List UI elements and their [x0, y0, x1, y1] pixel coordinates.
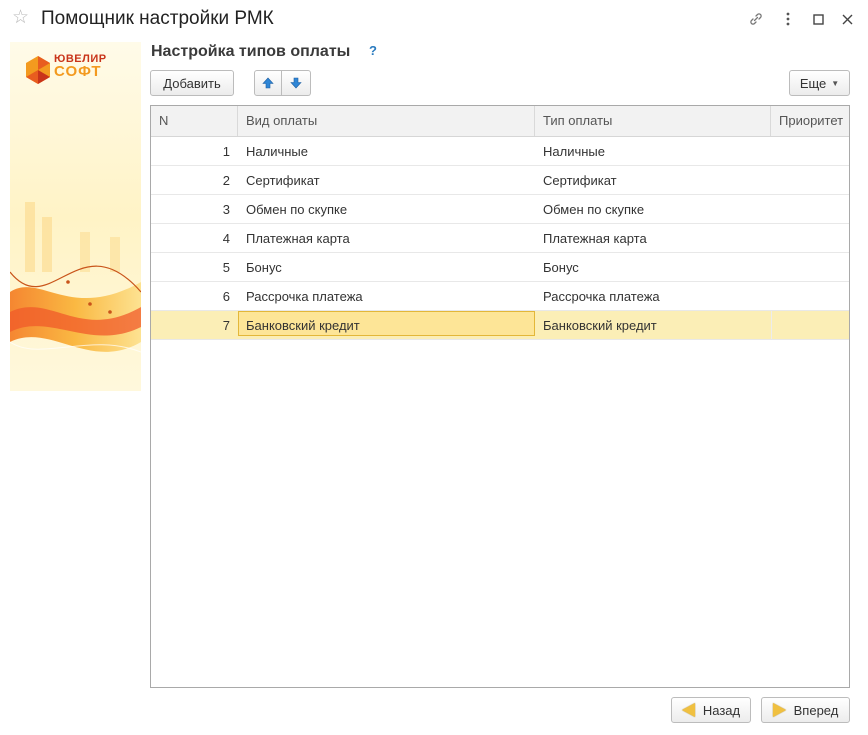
- more-vertical-icon[interactable]: [777, 8, 799, 30]
- cell-priority: [771, 253, 849, 281]
- favorite-star-icon[interactable]: ☆: [12, 7, 29, 29]
- brand-banner: ЮВЕЛИР СОФТ: [10, 42, 141, 391]
- cell-n: 6: [222, 289, 230, 304]
- cell-vid: Рассрочка платежа: [246, 289, 363, 304]
- logo-line2: СОФТ: [54, 63, 102, 80]
- link-icon[interactable]: [745, 8, 767, 30]
- table-row[interactable]: 6 Рассрочка платежа Рассрочка платежа: [151, 282, 849, 311]
- cell-priority: [771, 166, 849, 194]
- more-menu-button[interactable]: Еще ▼: [789, 70, 850, 96]
- cell-tip: Платежная карта: [543, 231, 647, 246]
- table-header: N Вид оплаты Тип оплаты Приоритет: [151, 106, 849, 137]
- cell-n: 4: [222, 231, 230, 246]
- maximize-icon[interactable]: [807, 8, 829, 30]
- cell-n: 2: [222, 173, 230, 188]
- payment-types-table[interactable]: N Вид оплаты Тип оплаты Приоритет 1 Нали…: [150, 105, 850, 688]
- column-header-tip[interactable]: Тип оплаты: [535, 106, 771, 136]
- more-label: Еще: [799, 75, 827, 91]
- cell-tip: Наличные: [543, 144, 605, 159]
- cell-vid: Платежная карта: [246, 231, 350, 246]
- cell-vid: Наличные: [246, 144, 308, 159]
- table-row-selected[interactable]: 7 Банковский кредит Банковский кредит: [151, 311, 849, 340]
- table-body: 1 Наличные Наличные 2 Сертификат Сертифи…: [151, 137, 849, 340]
- cell-vid: Бонус: [246, 260, 282, 275]
- title-bar: ☆ Помощник настройки РМК: [0, 0, 868, 38]
- cell-n: 5: [222, 260, 230, 275]
- cell-tip: Бонус: [543, 260, 579, 275]
- column-header-vid[interactable]: Вид оплаты: [238, 106, 535, 136]
- cell-priority: [771, 224, 849, 252]
- table-row[interactable]: 4 Платежная карта Платежная карта: [151, 224, 849, 253]
- arrow-left-icon: [681, 703, 695, 717]
- cell-vid: Сертификат: [246, 173, 320, 188]
- cell-n: 1: [222, 144, 230, 159]
- cell-tip: Банковский кредит: [543, 318, 657, 333]
- arrow-down-icon: [290, 77, 302, 89]
- cell-priority: [771, 195, 849, 223]
- close-icon[interactable]: [836, 8, 858, 30]
- help-link[interactable]: ?: [369, 43, 377, 58]
- table-row[interactable]: 5 Бонус Бонус: [151, 253, 849, 282]
- page-title: Настройка типов оплаты: [151, 43, 351, 60]
- next-label: Вперед: [793, 702, 839, 718]
- table-row[interactable]: 2 Сертификат Сертификат: [151, 166, 849, 195]
- chevron-down-icon: ▼: [831, 78, 840, 88]
- cell-n: 7: [222, 318, 230, 333]
- logo-text: ЮВЕЛИР СОФТ: [54, 54, 107, 80]
- cell-vid: Банковский кредит: [246, 318, 360, 333]
- move-up-button[interactable]: [254, 70, 282, 96]
- back-button[interactable]: Назад: [671, 697, 751, 723]
- cell-priority: [771, 311, 849, 339]
- cell-tip: Сертификат: [543, 173, 617, 188]
- window-title: Помощник настройки РМК: [41, 8, 274, 29]
- table-row[interactable]: 3 Обмен по скупке Обмен по скупке: [151, 195, 849, 224]
- table-row[interactable]: 1 Наличные Наличные: [151, 137, 849, 166]
- cell-tip: Обмен по скупке: [543, 202, 645, 217]
- cell-tip: Рассрочка платежа: [543, 289, 660, 304]
- next-button[interactable]: Вперед: [761, 697, 850, 723]
- arrow-right-icon: [772, 703, 786, 717]
- move-down-button[interactable]: [282, 70, 311, 96]
- cell-vid: Обмен по скупке: [246, 202, 348, 217]
- add-button[interactable]: Добавить: [150, 70, 234, 96]
- cell-priority: [771, 282, 849, 310]
- column-header-n[interactable]: N: [151, 106, 238, 136]
- cell-priority: [771, 137, 849, 165]
- back-label: Назад: [702, 702, 741, 718]
- arrow-up-icon: [262, 77, 274, 89]
- cell-n: 3: [222, 202, 230, 217]
- column-header-priority[interactable]: Приоритет: [771, 106, 849, 136]
